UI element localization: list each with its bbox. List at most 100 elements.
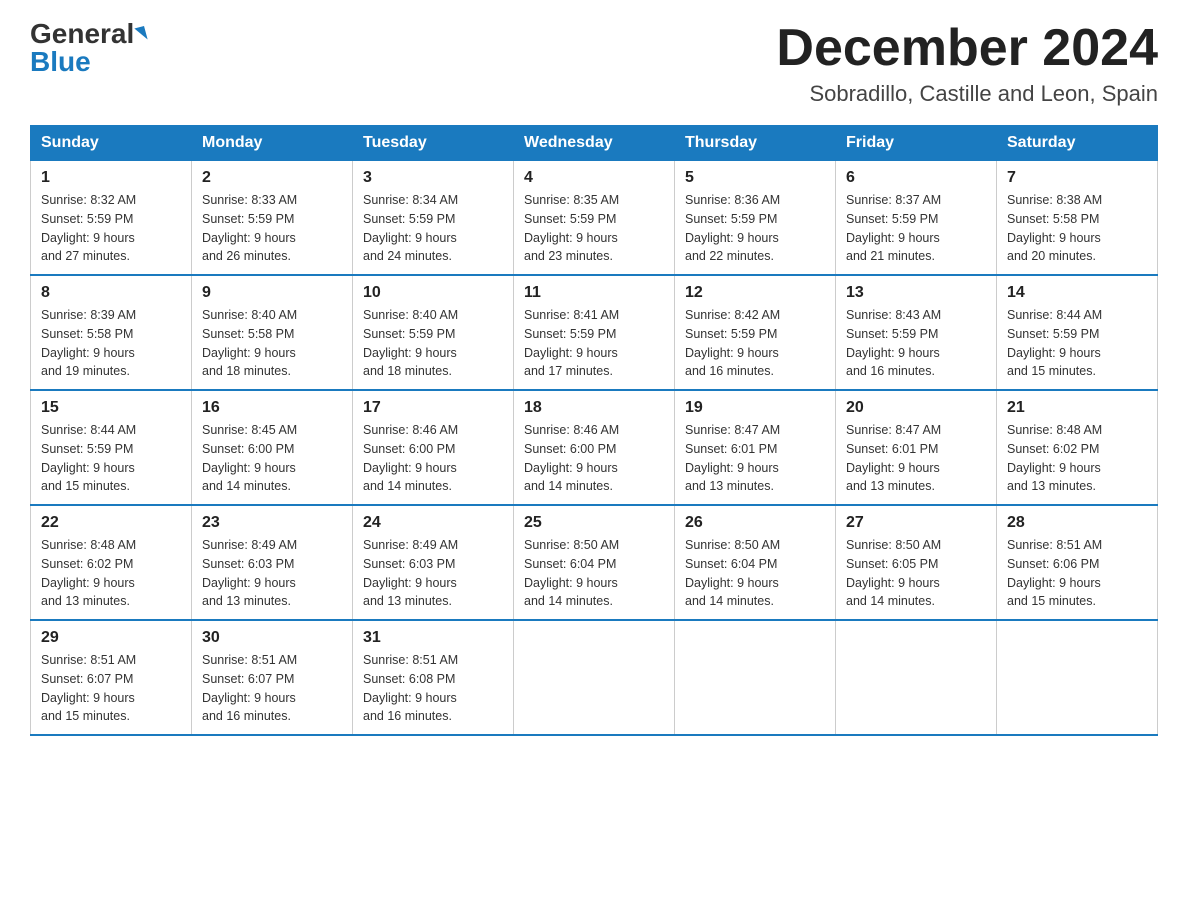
page-header: General Blue December 2024 Sobradillo, C… (30, 20, 1158, 107)
week-row-4: 22Sunrise: 8:48 AMSunset: 6:02 PMDayligh… (31, 505, 1158, 620)
day-info: Sunrise: 8:40 AMSunset: 5:59 PMDaylight:… (363, 306, 503, 381)
day-number: 3 (363, 169, 503, 187)
day-number: 9 (202, 284, 342, 302)
day-cell (514, 620, 675, 735)
day-cell: 11 Sunrise: 8:41 AMSunset: 5:59 PMDayligh… (514, 275, 675, 390)
day-number: 18 (524, 399, 664, 417)
day-cell: 29 Sunrise: 8:51 AMSunset: 6:07 PMDayligh… (31, 620, 192, 735)
day-info: Sunrise: 8:51 AMSunset: 6:07 PMDaylight:… (202, 651, 342, 726)
week-row-3: 15 Sunrise: 8:44 AMSunset: 5:59 PMDayligh… (31, 390, 1158, 505)
day-number: 10 (363, 284, 503, 302)
day-info: Sunrise: 8:48 AMSunset: 6:02 PMDaylight:… (41, 536, 181, 611)
day-info: Sunrise: 8:45 AMSunset: 6:00 PMDaylight:… (202, 421, 342, 496)
week-row-2: 8Sunrise: 8:39 AMSunset: 5:58 PMDaylight… (31, 275, 1158, 390)
day-number: 7 (1007, 169, 1147, 187)
day-info: Sunrise: 8:32 AMSunset: 5:59 PMDaylight:… (41, 191, 181, 266)
day-cell: 28Sunrise: 8:51 AMSunset: 6:06 PMDayligh… (997, 505, 1158, 620)
header-cell-saturday: Saturday (997, 126, 1158, 161)
month-title: December 2024 (776, 20, 1158, 77)
day-info: Sunrise: 8:51 AMSunset: 6:08 PMDaylight:… (363, 651, 503, 726)
day-cell: 30 Sunrise: 8:51 AMSunset: 6:07 PMDayligh… (192, 620, 353, 735)
header-cell-wednesday: Wednesday (514, 126, 675, 161)
day-cell: 8Sunrise: 8:39 AMSunset: 5:58 PMDaylight… (31, 275, 192, 390)
day-cell: 26Sunrise: 8:50 AMSunset: 6:04 PMDayligh… (675, 505, 836, 620)
day-cell (675, 620, 836, 735)
day-cell: 9Sunrise: 8:40 AMSunset: 5:58 PMDaylight… (192, 275, 353, 390)
day-info: Sunrise: 8:37 AMSunset: 5:59 PMDaylight:… (846, 191, 986, 266)
day-number: 13 (846, 284, 986, 302)
day-number: 25 (524, 514, 664, 532)
day-info: Sunrise: 8:50 AMSunset: 6:04 PMDaylight:… (685, 536, 825, 611)
header-cell-sunday: Sunday (31, 126, 192, 161)
header-cell-thursday: Thursday (675, 126, 836, 161)
day-info: Sunrise: 8:48 AMSunset: 6:02 PMDaylight:… (1007, 421, 1147, 496)
day-info: Sunrise: 8:44 AMSunset: 5:59 PMDaylight:… (41, 421, 181, 496)
day-info: Sunrise: 8:42 AMSunset: 5:59 PMDaylight:… (685, 306, 825, 381)
day-number: 23 (202, 514, 342, 532)
day-number: 5 (685, 169, 825, 187)
day-cell: 22Sunrise: 8:48 AMSunset: 6:02 PMDayligh… (31, 505, 192, 620)
day-info: Sunrise: 8:50 AMSunset: 6:05 PMDaylight:… (846, 536, 986, 611)
day-cell: 15 Sunrise: 8:44 AMSunset: 5:59 PMDayligh… (31, 390, 192, 505)
day-info: Sunrise: 8:49 AMSunset: 6:03 PMDaylight:… (363, 536, 503, 611)
logo-general-text: General (30, 20, 134, 48)
day-number: 12 (685, 284, 825, 302)
day-cell: 25 Sunrise: 8:50 AMSunset: 6:04 PMDayligh… (514, 505, 675, 620)
day-number: 14 (1007, 284, 1147, 302)
day-cell: 14Sunrise: 8:44 AMSunset: 5:59 PMDayligh… (997, 275, 1158, 390)
day-number: 24 (363, 514, 503, 532)
logo-triangle-icon (135, 26, 148, 42)
day-info: Sunrise: 8:46 AMSunset: 6:00 PMDaylight:… (524, 421, 664, 496)
day-info: Sunrise: 8:35 AMSunset: 5:59 PMDaylight:… (524, 191, 664, 266)
day-number: 11 (524, 284, 664, 302)
day-cell: 2Sunrise: 8:33 AMSunset: 5:59 PMDaylight… (192, 161, 353, 276)
day-cell: 6Sunrise: 8:37 AMSunset: 5:59 PMDaylight… (836, 161, 997, 276)
calendar-header: SundayMondayTuesdayWednesdayThursdayFrid… (31, 126, 1158, 161)
day-cell: 27 Sunrise: 8:50 AMSunset: 6:05 PMDayligh… (836, 505, 997, 620)
day-cell: 17Sunrise: 8:46 AMSunset: 6:00 PMDayligh… (353, 390, 514, 505)
location-subtitle: Sobradillo, Castille and Leon, Spain (776, 81, 1158, 107)
day-number: 20 (846, 399, 986, 417)
day-info: Sunrise: 8:41 AMSunset: 5:59 PMDaylight:… (524, 306, 664, 381)
header-row: SundayMondayTuesdayWednesdayThursdayFrid… (31, 126, 1158, 161)
day-number: 30 (202, 629, 342, 647)
day-number: 28 (1007, 514, 1147, 532)
day-number: 27 (846, 514, 986, 532)
day-cell: 31 Sunrise: 8:51 AMSunset: 6:08 PMDayligh… (353, 620, 514, 735)
day-number: 8 (41, 284, 181, 302)
logo-blue-text: Blue (30, 48, 91, 76)
day-number: 19 (685, 399, 825, 417)
day-cell: 7 Sunrise: 8:38 AMSunset: 5:58 PMDaylight… (997, 161, 1158, 276)
day-cell (836, 620, 997, 735)
calendar-body: 1 Sunrise: 8:32 AMSunset: 5:59 PMDaylight… (31, 161, 1158, 736)
calendar-table: SundayMondayTuesdayWednesdayThursdayFrid… (30, 125, 1158, 736)
day-info: Sunrise: 8:46 AMSunset: 6:00 PMDaylight:… (363, 421, 503, 496)
day-cell: 23 Sunrise: 8:49 AMSunset: 6:03 PMDayligh… (192, 505, 353, 620)
day-info: Sunrise: 8:50 AMSunset: 6:04 PMDaylight:… (524, 536, 664, 611)
day-info: Sunrise: 8:38 AMSunset: 5:58 PMDaylight:… (1007, 191, 1147, 266)
day-cell: 20 Sunrise: 8:47 AMSunset: 6:01 PMDayligh… (836, 390, 997, 505)
day-number: 29 (41, 629, 181, 647)
header-cell-tuesday: Tuesday (353, 126, 514, 161)
day-cell: 24 Sunrise: 8:49 AMSunset: 6:03 PMDayligh… (353, 505, 514, 620)
day-info: Sunrise: 8:47 AMSunset: 6:01 PMDaylight:… (846, 421, 986, 496)
day-info: Sunrise: 8:47 AMSunset: 6:01 PMDaylight:… (685, 421, 825, 496)
day-number: 4 (524, 169, 664, 187)
day-number: 16 (202, 399, 342, 417)
day-cell: 4 Sunrise: 8:35 AMSunset: 5:59 PMDaylight… (514, 161, 675, 276)
day-cell: 3 Sunrise: 8:34 AMSunset: 5:59 PMDaylight… (353, 161, 514, 276)
day-info: Sunrise: 8:43 AMSunset: 5:59 PMDaylight:… (846, 306, 986, 381)
day-info: Sunrise: 8:34 AMSunset: 5:59 PMDaylight:… (363, 191, 503, 266)
header-cell-friday: Friday (836, 126, 997, 161)
day-cell: 12 Sunrise: 8:42 AMSunset: 5:59 PMDayligh… (675, 275, 836, 390)
day-info: Sunrise: 8:49 AMSunset: 6:03 PMDaylight:… (202, 536, 342, 611)
day-cell: 16 Sunrise: 8:45 AMSunset: 6:00 PMDayligh… (192, 390, 353, 505)
day-number: 1 (41, 169, 181, 187)
day-info: Sunrise: 8:33 AMSunset: 5:59 PMDaylight:… (202, 191, 342, 266)
day-cell: 21Sunrise: 8:48 AMSunset: 6:02 PMDayligh… (997, 390, 1158, 505)
day-info: Sunrise: 8:51 AMSunset: 6:07 PMDaylight:… (41, 651, 181, 726)
day-number: 15 (41, 399, 181, 417)
day-cell: 1 Sunrise: 8:32 AMSunset: 5:59 PMDaylight… (31, 161, 192, 276)
day-number: 31 (363, 629, 503, 647)
day-cell: 19 Sunrise: 8:47 AMSunset: 6:01 PMDayligh… (675, 390, 836, 505)
